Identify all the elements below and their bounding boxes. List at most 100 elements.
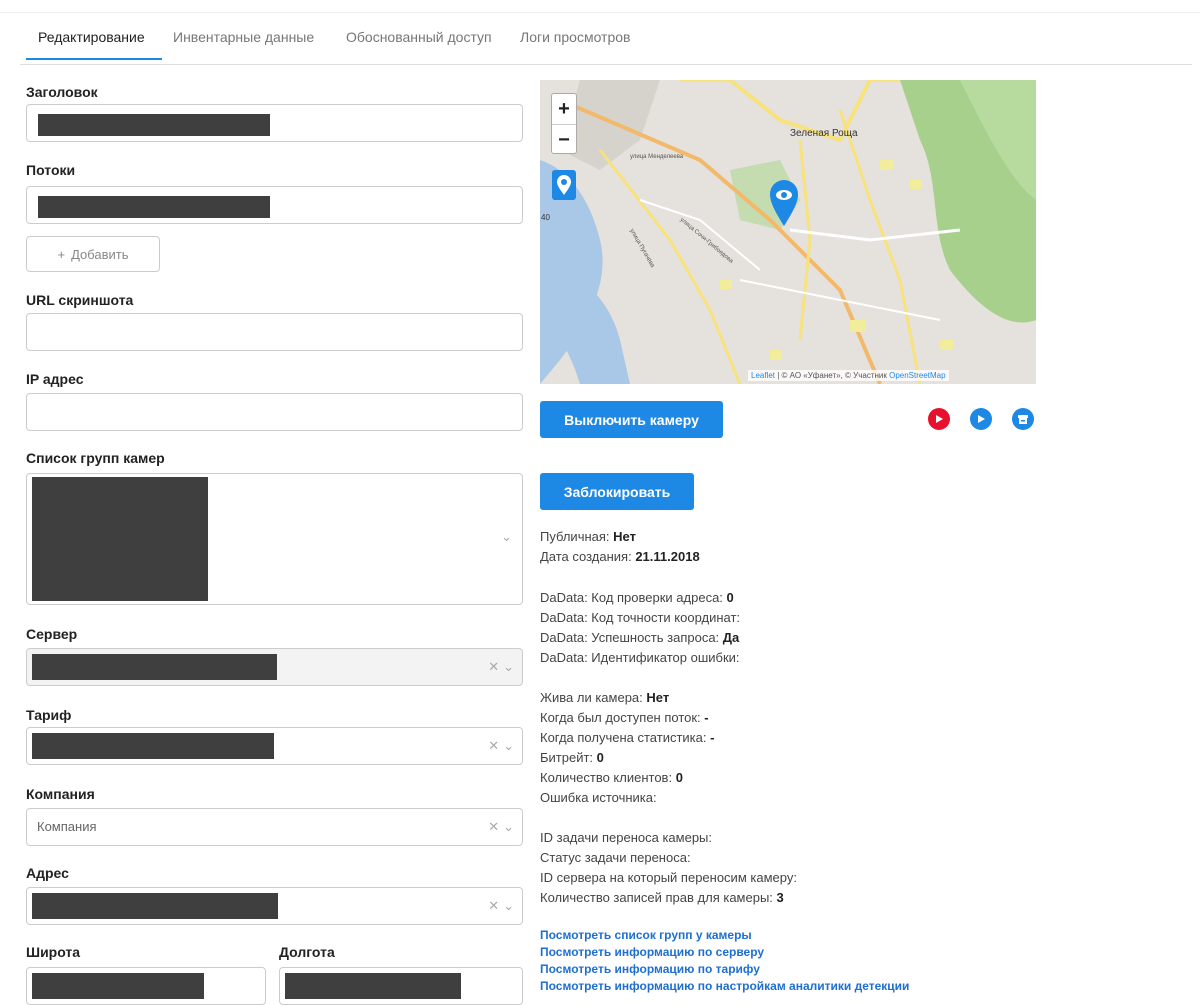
company-label: Компания <box>26 786 95 802</box>
dd-check-value: 0 <box>726 590 734 605</box>
link-camera-groups[interactable]: Посмотреть список групп у камеры <box>540 928 752 942</box>
rights-count-info: Количество записей прав для камеры: 3 <box>540 888 784 907</box>
clear-icon[interactable]: ✕ <box>488 738 499 754</box>
top-divider <box>0 0 1200 13</box>
public-value: Нет <box>613 529 636 544</box>
public-label: Публичная: <box>540 529 614 544</box>
screenshot-url-field[interactable] <box>26 313 523 351</box>
latitude-field[interactable] <box>26 967 266 1005</box>
camera-groups-select[interactable]: ⌄ <box>26 473 523 605</box>
tariff-select[interactable]: ✕ ⌄ <box>26 727 523 765</box>
stream-avail-value: - <box>704 710 709 725</box>
dadata-check-info: DaData: Код проверки адреса: 0 <box>540 588 734 607</box>
tab-editing[interactable]: Редактирование <box>34 29 149 45</box>
chevron-down-icon[interactable]: ⌄ <box>503 659 514 675</box>
map-street-label: улица Менделеева <box>630 154 684 160</box>
created-info: Дата создания: 21.11.2018 <box>540 547 700 566</box>
link-tariff-info[interactable]: Посмотреть информацию по тарифу <box>540 962 760 976</box>
dadata-success-info: DaData: Успешность запроса: Да <box>540 628 739 647</box>
redacted-value <box>285 973 461 999</box>
stats-received-info: Когда получена статистика: - <box>540 728 714 747</box>
zoom-out-button[interactable]: − <box>552 124 576 155</box>
map-place-label: Зеленая Роща <box>790 128 858 139</box>
bitrate-label: Битрейт: <box>540 750 597 765</box>
redacted-value <box>32 477 208 601</box>
tab-view-logs[interactable]: Логи просмотров <box>516 29 634 45</box>
tab-inventory[interactable]: Инвентарные данные <box>169 29 318 45</box>
dd-check-label: DaData: Код проверки адреса: <box>540 590 727 605</box>
address-select[interactable]: ✕ ⌄ <box>26 887 523 925</box>
camera-alive-info: Жива ли камера: Нет <box>540 688 669 707</box>
chevron-down-icon[interactable]: ⌄ <box>501 529 512 545</box>
public-info: Публичная: Нет <box>540 527 636 546</box>
ip-label: IP адрес <box>26 371 84 387</box>
map-tiles: Зеленая Роща улица Менделеева улица Пуга… <box>540 80 1036 384</box>
active-tab-indicator <box>26 58 162 60</box>
map-edge-number: 40 <box>541 213 550 222</box>
map-attribution: Leaflet | © АО «Уфанет», © Участник Open… <box>748 370 949 381</box>
redacted-value <box>38 114 270 136</box>
stream-avail-label: Когда был доступен поток: <box>540 710 705 725</box>
redacted-value <box>32 654 277 680</box>
bitrate-info: Битрейт: 0 <box>540 748 604 767</box>
move-server-id-info: ID сервера на который переносим камеру: <box>540 870 797 885</box>
location-pin-icon[interactable] <box>552 170 576 200</box>
osm-link[interactable]: OpenStreetMap <box>889 371 945 380</box>
dadata-error-info: DaData: Идентификатор ошибки: <box>540 650 740 665</box>
clients-info: Количество клиентов: 0 <box>540 768 683 787</box>
play-blue-icon[interactable] <box>970 408 992 430</box>
tab-justified-access[interactable]: Обоснованный доступ <box>342 29 496 45</box>
redacted-value <box>32 733 274 759</box>
map-view[interactable]: Зеленая Роща улица Менделеева улица Пуга… <box>540 80 1036 384</box>
bitrate-value: 0 <box>596 750 604 765</box>
attribution-text: | © АО «Уфанет», © Участник <box>775 371 890 380</box>
title-field[interactable] <box>26 104 523 142</box>
chevron-down-icon[interactable]: ⌄ <box>503 738 514 754</box>
stats-value: - <box>710 730 715 745</box>
address-label: Адрес <box>26 865 69 881</box>
streams-label: Потоки <box>26 162 76 178</box>
disable-camera-button[interactable]: Выключить камеру <box>540 401 723 438</box>
dd-success-label: DaData: Успешность запроса: <box>540 630 723 645</box>
leaflet-link[interactable]: Leaflet <box>751 371 775 380</box>
move-task-status-info: Статус задачи переноса: <box>540 850 691 865</box>
longitude-label: Долгота <box>279 944 335 960</box>
alive-label: Жива ли камера: <box>540 690 647 705</box>
map-zoom-control: + − <box>551 93 577 154</box>
title-label: Заголовок <box>26 84 98 100</box>
zoom-in-button[interactable]: + <box>552 94 576 124</box>
screenshot-url-label: URL скриншота <box>26 292 134 308</box>
dadata-accuracy-info: DaData: Код точности координат: <box>540 610 741 625</box>
link-server-info[interactable]: Посмотреть информацию по серверу <box>540 945 764 959</box>
add-stream-button[interactable]: + Добавить <box>26 236 160 272</box>
server-label: Сервер <box>26 626 78 642</box>
clear-icon[interactable]: ✕ <box>488 819 499 835</box>
clients-label: Количество клиентов: <box>540 770 676 785</box>
redacted-value <box>32 973 204 999</box>
tab-bar: Редактирование Инвентарные данные Обосно… <box>20 26 1192 65</box>
dd-success-value: Да <box>722 630 740 645</box>
latitude-label: Широта <box>26 944 81 960</box>
created-value: 21.11.2018 <box>635 549 700 564</box>
longitude-field[interactable] <box>279 967 523 1005</box>
rights-count-value: 3 <box>776 890 784 905</box>
created-label: Дата создания: <box>540 549 636 564</box>
clear-icon[interactable]: ✕ <box>488 659 499 675</box>
move-task-id-info: ID задачи переноса камеры: <box>540 830 713 845</box>
link-analytics-settings[interactable]: Посмотреть информацию по настройкам анал… <box>540 979 909 993</box>
clear-icon[interactable]: ✕ <box>488 898 499 914</box>
company-select[interactable]: Компания ✕ ⌄ <box>26 808 523 846</box>
rights-count-label: Количество записей прав для камеры: <box>540 890 777 905</box>
ip-field[interactable] <box>26 393 523 431</box>
chevron-down-icon[interactable]: ⌄ <box>503 898 514 914</box>
server-select[interactable]: ✕ ⌄ <box>26 648 523 686</box>
block-button[interactable]: Заблокировать <box>540 473 694 510</box>
stream-available-info: Когда был доступен поток: - <box>540 708 709 727</box>
company-placeholder: Компания <box>37 819 97 834</box>
play-red-icon[interactable] <box>928 408 950 430</box>
alive-value: Нет <box>646 690 670 705</box>
chevron-down-icon[interactable]: ⌄ <box>503 819 514 835</box>
stream-field[interactable] <box>26 186 523 224</box>
archive-icon[interactable] <box>1012 408 1034 430</box>
stats-label: Когда получена статистика: <box>540 730 711 745</box>
